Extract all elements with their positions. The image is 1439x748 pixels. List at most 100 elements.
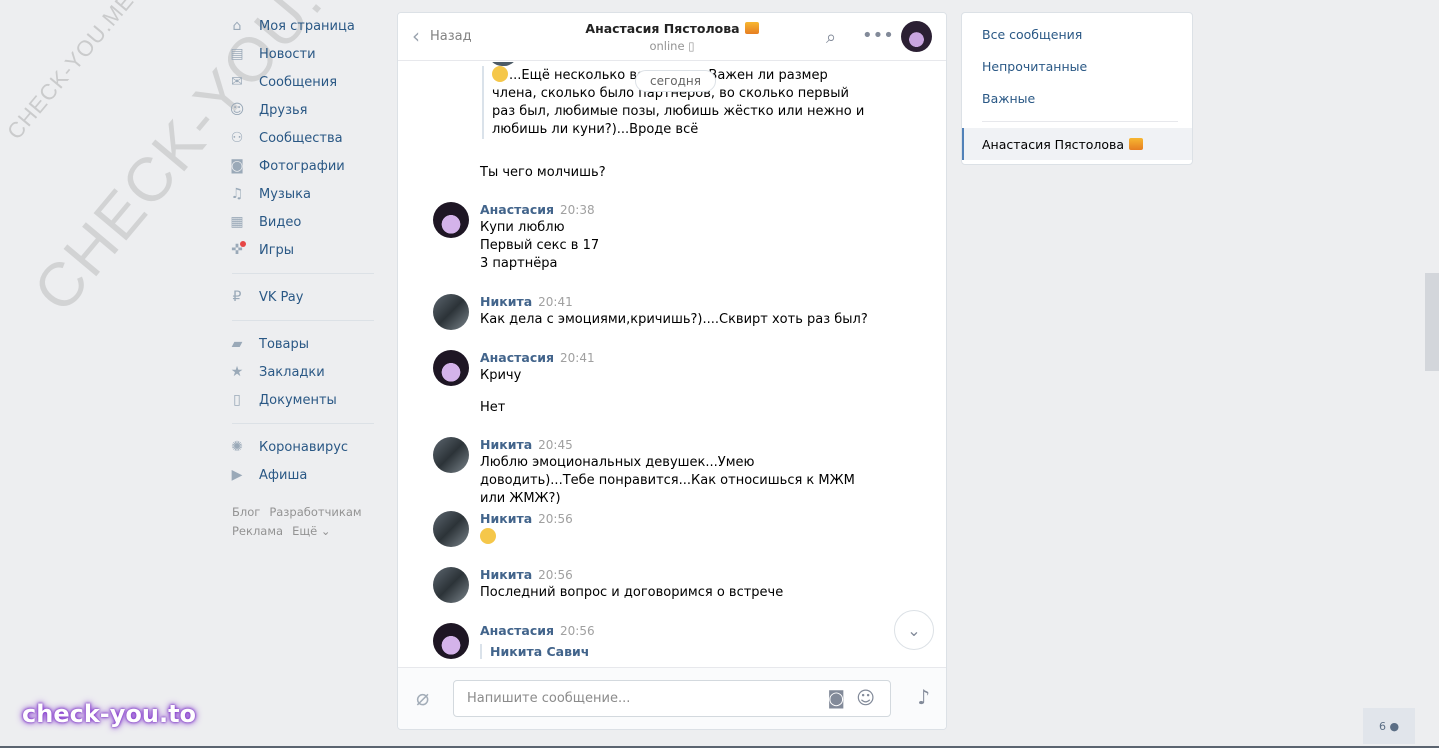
nav-item-label: Сообщения: [259, 74, 338, 90]
active-conversation-label: Анастасия Пястолова: [982, 136, 1125, 152]
footer-developers-link[interactable]: Разработчикам: [269, 505, 361, 519]
footer-blog-link[interactable]: Блог: [232, 505, 260, 519]
reply-author: Никита Савич: [490, 644, 590, 659]
page-scrollbar[interactable]: [1425, 273, 1439, 371]
message-text: Нет: [480, 400, 506, 415]
active-conversation-item[interactable]: Анастасия Пястолова: [962, 128, 1192, 160]
nav-item-video[interactable]: ▦ Видео: [228, 208, 378, 236]
nav-item-messages[interactable]: ✉ Сообщения: [228, 68, 378, 96]
message-text: Люблю эмоциональных девушек...Умею довод…: [480, 455, 855, 506]
online-friends-button[interactable]: 6 ●: [1363, 708, 1415, 744]
message-filters: Все сообщения Непрочитанные Важные Анаст…: [961, 12, 1193, 165]
notification-dot: [240, 241, 246, 247]
peer-name-text: Анастасия Пястолова: [585, 21, 740, 36]
wink-kiss-emoji-icon: [492, 66, 508, 82]
message-time: 20:56: [538, 512, 573, 526]
date-badge: сегодня: [635, 70, 716, 92]
nav-item-label: Сообщества: [259, 130, 343, 146]
avatar[interactable]: [433, 623, 469, 659]
nav-item-label: Товары: [259, 336, 310, 352]
music-icon: ♫: [230, 186, 244, 202]
friends-icon: ☺: [229, 102, 245, 118]
home-icon: ⌂: [232, 18, 242, 34]
message: Никита 20:45 Люблю эмоциональных девушек.…: [433, 437, 860, 508]
nav-item-label: Новости: [259, 46, 316, 62]
nav-item-music[interactable]: ♫ Музыка: [228, 180, 378, 208]
document-icon: ▯: [233, 392, 241, 408]
peer-avatar[interactable]: [901, 21, 932, 52]
message-text: Последний вопрос и договоримся о встрече: [480, 585, 784, 600]
nav-item-home[interactable]: ⌂ Моя страница: [228, 12, 378, 40]
nav-item-camera[interactable]: ◙ Фотографии: [228, 152, 378, 180]
search-icon[interactable]: ⌕: [826, 27, 836, 48]
avatar[interactable]: [433, 202, 469, 238]
avatar[interactable]: [433, 567, 469, 603]
nav-item-label: Фотографии: [259, 158, 345, 174]
footer-more-link[interactable]: Ещё ⌄: [292, 524, 330, 538]
nav-item-label: Закладки: [259, 364, 325, 380]
footer-ads-link[interactable]: Реклама: [232, 524, 283, 538]
filter-important[interactable]: Важные: [962, 82, 1192, 114]
message-text: [480, 528, 860, 547]
message-author[interactable]: Анастасия: [480, 202, 554, 217]
avatar[interactable]: [433, 350, 469, 386]
reply-quote[interactable]: Никита Савич: [480, 644, 595, 659]
nav-item-bag[interactable]: ▰ Товары: [228, 330, 378, 358]
chat-panel: ‹ Назад Анастасия Пястолова online ▯ ⌕ •…: [397, 12, 947, 730]
message-author[interactable]: Никита: [480, 511, 532, 526]
nav-item-games[interactable]: ✜ Игры: [228, 236, 378, 264]
nav-item-label: Коронавирус: [259, 439, 349, 455]
message-author[interactable]: Никита: [480, 294, 532, 309]
avatar[interactable]: [433, 294, 469, 330]
microphone-icon[interactable]: ♪: [917, 685, 930, 709]
nav-item-communities[interactable]: ⚇ Сообщества: [228, 124, 378, 152]
sunset-emoji-icon: [744, 22, 759, 34]
communities-icon: ⚇: [230, 130, 244, 146]
filter-unread[interactable]: Непрочитанные: [962, 50, 1192, 82]
nav-item-label: Друзья: [259, 102, 308, 118]
message-text: Как дела с эмоциями,кричишь?)....Сквирт …: [480, 312, 868, 327]
news-icon: ▤: [230, 46, 244, 62]
user-icon: ●: [1389, 719, 1400, 733]
message-text: Кричу: [480, 368, 522, 383]
nav-item-label: Документы: [259, 392, 337, 408]
brand-watermark: check-you.to: [22, 700, 197, 728]
message-author[interactable]: Никита: [480, 567, 532, 582]
nav-item-virus[interactable]: ✺ Коронавирус: [228, 433, 378, 461]
peer-status-text: online: [649, 39, 685, 53]
message-input[interactable]: [454, 681, 794, 716]
sunset-emoji-icon: [1129, 138, 1144, 150]
nav-item-label: Музыка: [259, 186, 311, 202]
nav-item-star[interactable]: ★ Закладки: [228, 358, 378, 386]
filter-all-messages[interactable]: Все сообщения: [962, 18, 1192, 50]
messages-icon: ✉: [231, 74, 243, 90]
nav-item-document[interactable]: ▯ Документы: [228, 386, 378, 414]
filter-divider: [982, 121, 1178, 122]
message-author[interactable]: Анастасия: [480, 623, 554, 638]
avatar[interactable]: [433, 511, 469, 547]
message-author[interactable]: Анастасия: [480, 350, 554, 365]
message: Ты чего молчишь?: [433, 164, 860, 182]
nav-item-news[interactable]: ▤ Новости: [228, 40, 378, 68]
scroll-down-button[interactable]: ⌄: [894, 610, 934, 650]
message-time: 20:56: [538, 568, 573, 582]
camera-icon[interactable]: ◙: [828, 688, 845, 709]
bag-icon: ▰: [231, 336, 243, 352]
message: Никита 20:56: [433, 511, 860, 547]
left-navigation: ⌂ Моя страница ▤ Новости ✉ Сообщения ☺ Друзья ⚇ С…: [228, 12, 378, 541]
paperclip-icon[interactable]: ⌀: [416, 686, 429, 711]
more-icon[interactable]: •••: [862, 25, 894, 46]
vkpay-icon: ₽: [232, 289, 242, 305]
nav-footer: Блог Разработчикам Реклама Ещё ⌄: [228, 503, 378, 541]
message-text: Ты чего молчишь?: [480, 165, 606, 180]
message-input-wrapper: ◙ ☺: [453, 680, 891, 717]
nav-item-friends[interactable]: ☺ Друзья: [228, 96, 378, 124]
smile-icon[interactable]: ☺: [856, 688, 875, 709]
nav-item-vkpay[interactable]: ₽ VK Pay: [228, 283, 378, 311]
message-time: 20:38: [560, 203, 595, 217]
avatar[interactable]: [433, 437, 469, 473]
nav-item-label: Моя страница: [259, 18, 355, 34]
nav-item-play[interactable]: ▶ Афиша: [228, 461, 378, 489]
message-author[interactable]: Никита: [480, 437, 532, 452]
message-history[interactable]: сегодня ...Ещё несколько воп есует...Важ…: [398, 62, 946, 668]
